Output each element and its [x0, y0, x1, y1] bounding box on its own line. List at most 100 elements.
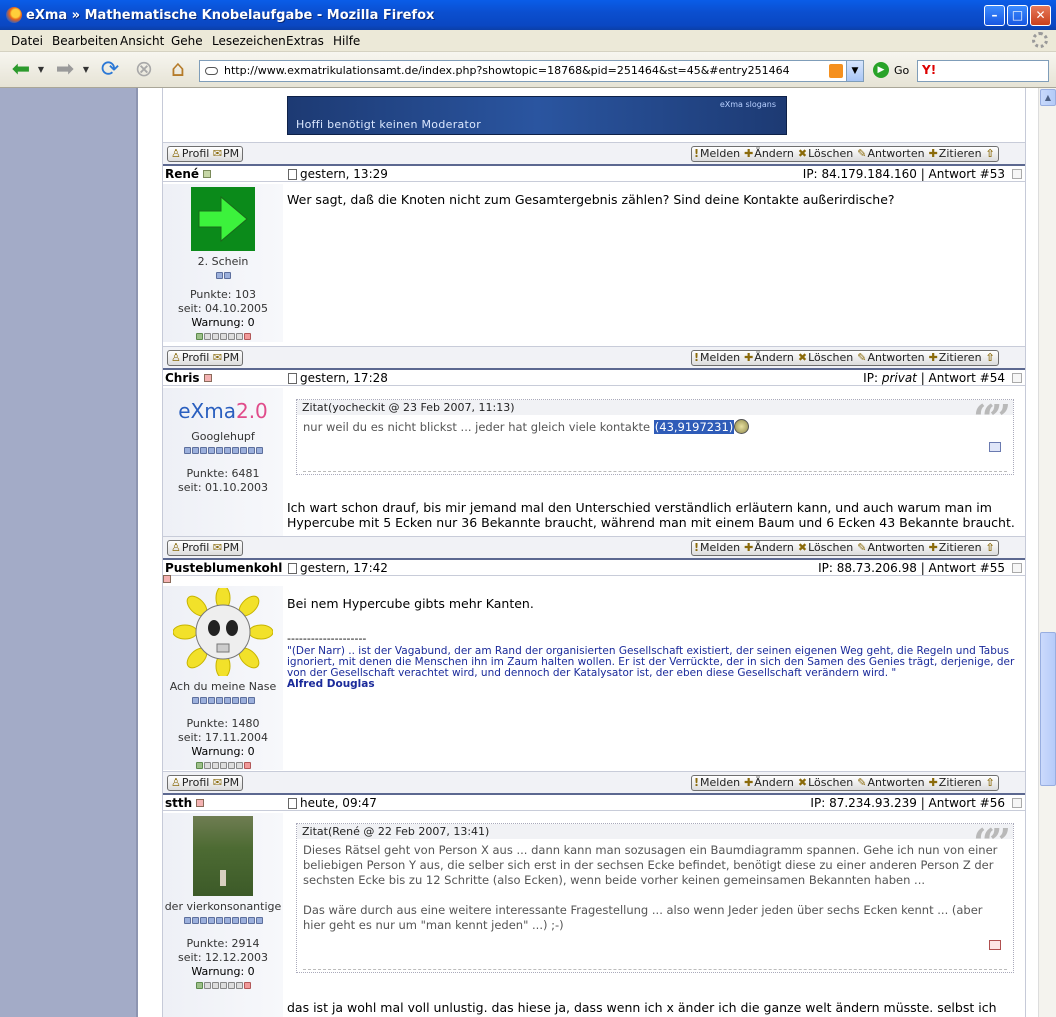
post-button-row: ♙Profil ✉PM !Melden ✚Ändern ✖Löschen ✎Antwo…	[163, 346, 1025, 368]
post-body: Ich wart schon drauf, bis mir jemand mal…	[287, 500, 1015, 530]
page-viewport: eXma slogans Hoffi benötigt keinen Moder…	[0, 88, 1056, 1017]
user-stats: Punkte: 6481 seit: 01.10.2003	[163, 467, 283, 495]
menu-ansicht[interactable]: Ansicht	[120, 34, 164, 48]
quote-divider	[303, 969, 1007, 970]
answer-link[interactable]: Antwort #54	[929, 371, 1005, 385]
reload-icon[interactable]: ⟳	[97, 57, 123, 83]
signature-separator: --------------------	[287, 632, 367, 645]
user-points: Punkte: 1480	[186, 717, 260, 730]
post-button-row: ♙Profil ✉PM !Melden ✚Ändern ✖Löschen ✎Antwo…	[163, 771, 1025, 793]
scroll-up-icon[interactable]: ▲	[1040, 89, 1056, 106]
slogan-banner: eXma slogans Hoffi benötigt keinen Moder…	[287, 96, 787, 135]
document-icon	[288, 169, 297, 180]
menu-extras[interactable]: Extras	[286, 34, 324, 48]
page-left-margin	[0, 88, 138, 1017]
menu-gehe[interactable]: Gehe	[171, 34, 203, 48]
select-post-checkbox[interactable]	[1012, 798, 1022, 808]
quote-block: Zitat(yocheckit @ 23 Feb 2007, 11:13) nu…	[296, 396, 1014, 475]
user-points: Punkte: 2914	[186, 937, 260, 950]
post-meta: IP: 88.73.206.98 | Antwort #55	[818, 561, 1005, 575]
answer-link[interactable]: Antwort #53	[929, 167, 1005, 181]
offline-status-icon	[196, 799, 205, 807]
document-icon	[288, 798, 297, 809]
post-author[interactable]: Chris	[165, 371, 212, 385]
user-stats: Punkte: 1480 seit: 17.11.2004 Warnung: 0	[163, 717, 283, 773]
forward-arrow-icon[interactable]: ➡	[52, 57, 78, 83]
menu-bearbeiten[interactable]: Bearbeiten	[52, 34, 118, 48]
post-actions[interactable]: !Melden ✚Ändern ✖Löschen ✎Antworten ✚Zitiere…	[691, 146, 999, 162]
post-actions[interactable]: !Melden ✚Ändern ✖Löschen ✎Antworten ✚Zitiere…	[691, 775, 999, 791]
rank-pips	[163, 269, 283, 279]
answer-link[interactable]: Antwort #56	[929, 796, 1005, 810]
select-post-checkbox[interactable]	[1012, 169, 1022, 179]
profil-button[interactable]: ♙Profil ✉PM	[167, 350, 244, 366]
post-button-row: ♙Profil ✉PM !Melden ✚Ändern ✖Löschen ✎Antwo…	[163, 142, 1025, 164]
rss-feed-icon[interactable]	[829, 64, 843, 78]
close-button[interactable]: ✕	[1030, 5, 1051, 26]
forward-dropdown-icon[interactable]: ▼	[80, 57, 92, 83]
post-actions[interactable]: !Melden ✚Ändern ✖Löschen ✎Antworten ✚Zitiere…	[691, 540, 999, 556]
quote-header: Zitat(René @ 22 Feb 2007, 13:41)	[297, 824, 1013, 839]
quote-marks-icon: “”	[973, 820, 1011, 865]
select-post-checkbox[interactable]	[1012, 563, 1022, 573]
scrollbar-thumb[interactable]	[1040, 632, 1056, 786]
offline-status-icon	[203, 374, 212, 382]
back-arrow-icon[interactable]: ⬅	[8, 57, 34, 83]
post-date: gestern, 17:42	[300, 561, 388, 575]
jump-to-quote-icon[interactable]	[989, 442, 1001, 452]
offline-status-icon	[163, 575, 171, 583]
vertical-scrollbar[interactable]: ▲	[1038, 88, 1056, 1017]
post-author[interactable]: René	[165, 167, 212, 181]
go-icon[interactable]: ▶	[873, 62, 889, 78]
stop-icon[interactable]: ⊗	[131, 57, 157, 83]
post-author[interactable]: stth	[165, 796, 205, 810]
post-date: heute, 09:47	[300, 796, 377, 810]
user-points: Punkte: 103	[189, 288, 257, 301]
post-meta: IP: privat | Antwort #54	[863, 371, 1005, 385]
offline-status-icon	[203, 170, 212, 178]
user-warning: Warnung: 0	[191, 965, 255, 978]
jump-to-quote-icon[interactable]	[989, 940, 1001, 950]
exma-logo-avatar: eXma2.0	[178, 399, 268, 423]
select-post-checkbox[interactable]	[1012, 373, 1022, 383]
user-rank: Ach du meine Nase	[169, 680, 277, 693]
answer-link[interactable]: Antwort #55	[929, 561, 1005, 575]
quote-divider	[303, 471, 1007, 472]
post-body: Wer sagt, daß die Knoten nicht zum Gesam…	[287, 192, 895, 207]
document-icon	[288, 373, 297, 384]
highlighted-number: (43,9197231)	[653, 420, 735, 434]
navigation-toolbar: ⬅ ▼ ➡ ▼ ⟳ ⊗ ⌂ http://www.exmatrikulation…	[0, 52, 1056, 88]
window-title: eXma » Mathematische Knobelaufgabe - Moz…	[26, 8, 435, 23]
post-header: stth heute, 09:47 IP: 87.234.93.239 | An…	[163, 793, 1025, 811]
maximize-button[interactable]: □	[1007, 5, 1028, 26]
menu-hilfe[interactable]: Hilfe	[333, 34, 360, 48]
search-input[interactable]: Y!	[917, 60, 1049, 82]
url-text: http://www.exmatrikulationsamt.de/index.…	[224, 64, 790, 77]
warning-pips	[163, 330, 283, 344]
profil-button[interactable]: ♙Profil ✉PM	[167, 146, 244, 162]
menu-lesezeichen[interactable]: Lesezeichen	[212, 34, 286, 48]
user-rank: der vierkonsonantige	[164, 900, 282, 913]
go-button[interactable]: Go	[894, 64, 909, 77]
forum-thread: eXma slogans Hoffi benötigt keinen Moder…	[162, 88, 1026, 1017]
rank-pips	[163, 444, 283, 454]
signature-author: Alfred Douglas	[287, 678, 375, 690]
back-dropdown-icon[interactable]: ▼	[35, 57, 47, 83]
home-icon[interactable]: ⌂	[165, 57, 191, 83]
menu-datei[interactable]: Datei	[11, 34, 43, 48]
post-actions[interactable]: !Melden ✚Ändern ✖Löschen ✎Antworten ✚Zitiere…	[691, 350, 999, 366]
page-icon	[205, 67, 218, 75]
photo-avatar	[193, 816, 253, 896]
url-dropdown-icon[interactable]: ▼	[846, 61, 863, 81]
yahoo-search-icon[interactable]: Y!	[922, 63, 936, 77]
quote-header: Zitat(yocheckit @ 23 Feb 2007, 11:13)	[297, 400, 1013, 415]
url-bar[interactable]: http://www.exmatrikulationsamt.de/index.…	[199, 60, 864, 82]
minimize-button[interactable]: –	[984, 5, 1005, 26]
quote-block: Zitat(René @ 22 Feb 2007, 13:41) Dieses …	[296, 820, 1014, 973]
profil-button[interactable]: ♙Profil ✉PM	[167, 540, 244, 556]
post-author[interactable]: Pusteblumenkohl	[165, 561, 282, 575]
quote-paragraph: Das wäre durch aus eine weitere interess…	[303, 903, 983, 932]
user-stats: Punkte: 103 seit: 04.10.2005 Warnung: 0	[163, 288, 283, 344]
user-since: seit: 01.10.2003	[177, 481, 269, 494]
profil-button[interactable]: ♙Profil ✉PM	[167, 775, 244, 791]
